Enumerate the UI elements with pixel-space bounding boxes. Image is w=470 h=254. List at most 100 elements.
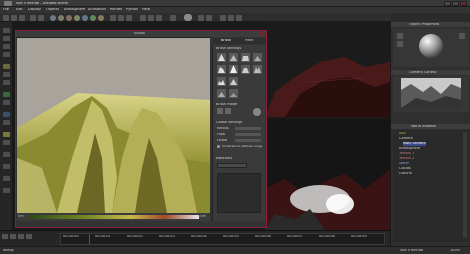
animation-icon[interactable] (198, 15, 204, 21)
material-preview-sphere[interactable] (417, 32, 445, 60)
menu-animation[interactable]: Animation (88, 8, 106, 12)
cube-icon[interactable] (66, 15, 72, 21)
timeline-track[interactable]: 00:00:00 00:00:01 00:00:02 00:00:03 00:0… (60, 233, 385, 245)
tree-item-sun[interactable]: Sun (399, 132, 406, 136)
brush-ridge-icon[interactable] (229, 77, 238, 86)
rotate-view-icon[interactable] (236, 15, 242, 21)
tab-brush[interactable]: Brush (221, 39, 231, 43)
brush-peak-icon[interactable] (229, 65, 238, 74)
menu-atmosphere[interactable]: Atmosphere (64, 8, 85, 12)
constrain-checkbox[interactable] (217, 145, 220, 148)
tree-item-water[interactable]: Water (399, 162, 409, 166)
text-tool-icon[interactable] (3, 164, 10, 169)
render-icon[interactable] (170, 15, 176, 21)
brush-lower-icon[interactable] (229, 53, 238, 62)
camera-tool-icon[interactable] (3, 140, 10, 145)
brush-raise-icon[interactable] (217, 53, 226, 62)
rock-tool-icon[interactable] (3, 100, 10, 105)
timeline[interactable]: 00:00:00 00:00:01 00:00:02 00:00:03 00:0… (0, 230, 390, 246)
light-tool-icon[interactable] (3, 132, 10, 137)
menu-python[interactable]: Python (126, 8, 138, 12)
extra-tool-icon[interactable] (3, 188, 10, 193)
cloud-tool-icon[interactable] (3, 120, 10, 125)
new-scene-icon[interactable] (3, 15, 9, 21)
brush-plateau-icon[interactable] (241, 65, 250, 74)
sphere-icon[interactable] (50, 15, 56, 21)
undo-icon[interactable] (30, 15, 36, 21)
object-icon-3[interactable] (459, 33, 465, 39)
select-tool-icon[interactable] (3, 28, 10, 33)
terrain-icon[interactable] (74, 15, 80, 21)
group-icon[interactable] (110, 15, 116, 21)
render-preview-icon[interactable] (184, 14, 192, 21)
menu-display[interactable]: Display (28, 8, 41, 12)
brush-noise-icon[interactable] (217, 77, 226, 86)
object-icon-2[interactable] (397, 41, 403, 47)
terrain-tool-icon[interactable] (3, 64, 10, 69)
move-tool-icon[interactable] (3, 36, 10, 41)
rewind-button[interactable] (18, 234, 24, 239)
camera-icon[interactable] (156, 15, 162, 21)
tree-item-atmosphere[interactable]: Atmosphere (399, 147, 420, 151)
save-icon[interactable] (19, 15, 25, 21)
bottom-view[interactable] (265, 119, 390, 230)
sphere-tool-icon[interactable] (3, 72, 10, 77)
open-icon[interactable] (11, 15, 17, 21)
menu-render[interactable]: Render (110, 8, 122, 12)
material-selector[interactable] (217, 163, 247, 168)
forward-button[interactable] (26, 234, 32, 239)
sculpt-terrain-view[interactable] (17, 38, 210, 221)
play-button[interactable] (2, 234, 8, 239)
radius-slider[interactable] (235, 127, 261, 130)
mode-sphere-icon[interactable] (253, 108, 261, 116)
tree-item-terrain-2[interactable]: Terrain 2 (399, 157, 414, 161)
plant-tool-icon[interactable] (3, 92, 10, 97)
cylinder-icon[interactable] (58, 15, 64, 21)
zoom-icon[interactable] (220, 15, 226, 21)
rock-icon[interactable] (98, 15, 104, 21)
brush-smooth-icon[interactable] (253, 53, 262, 62)
rotate-tool-icon[interactable] (3, 44, 10, 49)
brush-erode-icon[interactable] (217, 65, 226, 74)
minimize-button[interactable] (444, 1, 451, 6)
water-icon[interactable] (82, 15, 88, 21)
mode-subtract-icon[interactable] (225, 108, 231, 114)
menu-file[interactable]: File (3, 8, 9, 12)
redo-icon[interactable] (38, 15, 44, 21)
python-tool-icon[interactable] (3, 176, 10, 181)
tab-paint[interactable]: Paint (245, 39, 254, 43)
water-tool-icon[interactable] (3, 112, 10, 117)
tree-item-clouds[interactable]: Clouds (399, 167, 411, 171)
brush-crater-icon[interactable] (253, 65, 262, 74)
menu-objects[interactable]: Objects (46, 8, 59, 12)
tree-scrollbar[interactable] (463, 132, 467, 238)
perspective-view[interactable] (265, 22, 390, 117)
mode-add-icon[interactable] (217, 108, 223, 114)
object-icon-1[interactable] (397, 33, 403, 39)
materials-list[interactable] (217, 173, 261, 213)
close-button[interactable] (460, 1, 467, 6)
metablob-icon[interactable] (126, 15, 132, 21)
camera-preview[interactable] (401, 78, 461, 108)
brush-dig-icon[interactable] (217, 89, 226, 98)
tree-item-terrain-1[interactable]: Terrain 1 (399, 152, 414, 156)
cube-tool-icon[interactable] (3, 80, 10, 85)
tree-item-ground[interactable]: Ground (399, 172, 412, 176)
scale-tool-icon[interactable] (3, 52, 10, 57)
flow-slider[interactable] (235, 133, 261, 136)
stop-button[interactable] (10, 234, 16, 239)
menu-help[interactable]: Help (142, 8, 150, 12)
menu-edit[interactable]: Edit (16, 8, 23, 12)
timeline-icon[interactable] (206, 15, 212, 21)
maximize-button[interactable] (452, 1, 459, 6)
falloff-slider[interactable] (235, 139, 261, 142)
timeline-cursor[interactable] (89, 234, 90, 244)
boolean-icon[interactable] (118, 15, 124, 21)
pan-icon[interactable] (228, 15, 234, 21)
tree-item-camera[interactable]: Camera (399, 137, 413, 141)
group-tool-icon[interactable] (3, 152, 10, 157)
brush-custom-icon[interactable] (229, 89, 238, 98)
atmosphere-icon[interactable] (148, 15, 154, 21)
tree-item-main-camera[interactable]: Main camera (403, 142, 426, 146)
sculpt-close-button[interactable] (259, 32, 264, 36)
